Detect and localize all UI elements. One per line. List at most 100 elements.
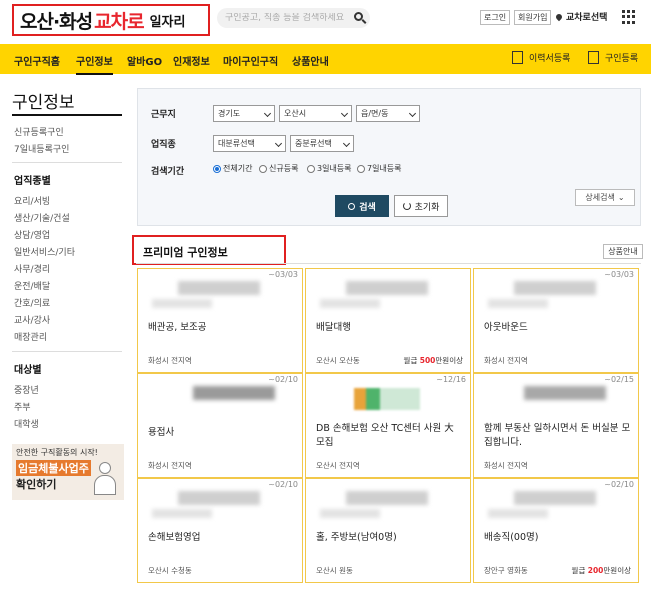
site-logo[interactable]: 오산·화성 교차로 일자리: [12, 4, 210, 36]
search-input[interactable]: [225, 13, 345, 23]
company-logo: [178, 491, 260, 505]
card-location: 화성시 전지역: [148, 461, 192, 470]
radio-selected-icon: [213, 164, 221, 173]
company-logo: [354, 388, 424, 410]
company-logo: [193, 386, 275, 400]
sidebar-item-cooking[interactable]: 요리/서빙: [14, 194, 50, 207]
card-title: 배관공, 보조공: [148, 322, 207, 333]
card-location: 화성시 전지역: [484, 461, 528, 470]
card-location: 장안구 영화동: [484, 566, 528, 575]
company-logo: [178, 281, 260, 295]
job-register-button[interactable]: 구인등록: [588, 51, 638, 64]
radio-icon: [307, 164, 315, 173]
resume-register-button[interactable]: 이력서등록: [512, 51, 570, 64]
pay-suffix: 만원이상: [435, 356, 463, 365]
sidebar: 구인정보 신규등록구인 7일내등록구인 업직종별 요리/서빙 생산/기술/건설 …: [0, 74, 130, 590]
job-card[interactable]: ~02/10 배송직(00명) 장안구 영화동 월급 200만원이상: [473, 478, 639, 583]
period-radio-all[interactable]: 전체기간: [213, 163, 252, 174]
sidebar-item-student[interactable]: 대학생: [14, 417, 39, 430]
period-label: 검색기간: [151, 167, 185, 177]
card-title: 배송직(00명): [484, 532, 539, 543]
job-card[interactable]: ~02/15 함께 부동산 일하시면서 돈 버실분 모집합니다. 화성시 전지역: [473, 373, 639, 478]
search-button[interactable]: 검색: [335, 195, 389, 217]
period-radio-new[interactable]: 신규등록: [259, 163, 298, 174]
job-card[interactable]: 배달대행 오산시 오산동 월급 500만원이상: [305, 268, 471, 373]
card-date: ~02/15: [604, 375, 634, 384]
company-logo: [346, 491, 428, 505]
search-filter-panel: 근무지 경기도 오산시 읍/면/동 업직종 대분류선택 중분류선택 검색기간 전…: [137, 88, 641, 226]
job-major-select[interactable]: 대분류선택: [213, 135, 286, 152]
reset-button-label: 초기화: [414, 202, 440, 213]
pay-suffix: 만원이상: [603, 566, 631, 575]
sidebar-item-production[interactable]: 생산/기술/건설: [14, 211, 70, 224]
card-location: 오산시 수청동: [148, 566, 192, 575]
sidebar-link-7days[interactable]: 7일내등록구인: [14, 142, 69, 155]
job-card[interactable]: ~02/10 손해보험영업 오산시 수청동: [137, 478, 303, 583]
company-logo-sub: [320, 299, 380, 308]
job-card[interactable]: 홀, 주방보(남여0명) 오산시 원동: [305, 478, 471, 583]
wage-check-banner[interactable]: 안전한 구직활동의 시작! 임금체불사업주 확인하기: [12, 444, 124, 500]
sidebar-item-service[interactable]: 일반서비스/기타: [14, 245, 75, 258]
location-pin-icon: [554, 12, 564, 21]
logo-sub-text: 일자리: [149, 14, 186, 30]
banner-line-1: 안전한 구직활동의 시작!: [16, 448, 98, 457]
menu-grid-icon[interactable]: [622, 10, 636, 24]
signup-button[interactable]: 회원가입: [514, 10, 552, 25]
region-label: 근무지: [151, 110, 176, 120]
nav-item-jobs[interactable]: 구인정보: [76, 53, 113, 75]
region-town-select[interactable]: 읍/면/동: [356, 105, 420, 122]
sidebar-item-driving[interactable]: 운전/배달: [14, 279, 50, 292]
job-card[interactable]: ~03/03 배관공, 보조공 화성시 전지역: [137, 268, 303, 373]
location-select[interactable]: 교차로선택: [554, 10, 608, 23]
job-card[interactable]: ~12/16 DB 손해보험 오산 TC센터 사원 大 모집 오산시 전지역: [305, 373, 471, 478]
sidebar-item-sales[interactable]: 상담/영업: [14, 228, 50, 241]
job-card[interactable]: ~02/10 용접사 화성시 전지역: [137, 373, 303, 478]
card-date: ~02/10: [268, 375, 298, 384]
period-radio-7days[interactable]: 7일내등록: [357, 163, 402, 174]
card-location: 화성시 전지역: [484, 356, 528, 365]
radio-icon: [259, 164, 267, 173]
header: 오산·화성 교차로 일자리 로그인 회원가입 교차로선택: [0, 0, 651, 44]
reset-button[interactable]: 초기화: [394, 195, 448, 217]
divider: [12, 162, 122, 163]
pay-prefix: 월급: [571, 566, 588, 575]
nav-item-home[interactable]: 구인구직홈: [14, 53, 60, 68]
search-icon[interactable]: [354, 12, 363, 21]
nav-item-products[interactable]: 상품안내: [292, 53, 329, 68]
category-heading: 업직종별: [14, 176, 51, 187]
card-title: 배달대행: [316, 322, 351, 333]
login-button[interactable]: 로그인: [480, 10, 511, 25]
sidebar-item-teacher[interactable]: 교사/강사: [14, 313, 50, 326]
sidebar-item-housewife[interactable]: 주부: [14, 400, 31, 413]
period-radio-3days[interactable]: 3일내등록: [307, 163, 352, 174]
sidebar-item-store[interactable]: 매장관리: [14, 330, 47, 343]
logo-accent-text: 교차로: [94, 10, 144, 33]
product-info-button[interactable]: 상품안내: [603, 244, 643, 259]
card-location: 오산시 오산동: [316, 356, 360, 365]
period-new-label: 신규등록: [269, 164, 299, 173]
nav-item-talent[interactable]: 인재정보: [173, 53, 210, 68]
company-logo: [514, 281, 596, 295]
sidebar-item-office[interactable]: 사무/경리: [14, 262, 50, 275]
card-date: ~03/03: [604, 270, 634, 279]
card-date: ~12/16: [436, 375, 466, 384]
sidebar-item-medical[interactable]: 간호/의료: [14, 296, 50, 309]
card-date: ~03/03: [268, 270, 298, 279]
job-type-label: 업직종: [151, 140, 176, 150]
company-logo-sub: [320, 509, 380, 518]
region-city-select[interactable]: 오산시: [279, 105, 352, 122]
nav-item-albago[interactable]: 알바GO: [127, 53, 162, 68]
card-date: ~02/10: [268, 480, 298, 489]
location-label: 교차로선택: [566, 13, 608, 23]
nav-item-my[interactable]: 마이구인구직: [223, 53, 278, 68]
card-title: 홀, 주방보(남여0명): [316, 532, 397, 543]
search-bar: [217, 8, 370, 28]
sidebar-item-middle-aged[interactable]: 중장년: [14, 383, 39, 396]
job-card[interactable]: ~03/03 아웃바운드 화성시 전지역: [473, 268, 639, 373]
card-title: 함께 부동산 일하시면서 돈 버실분 모집합니다.: [484, 423, 631, 448]
detail-search-button[interactable]: 상세검색 ⌄: [575, 189, 635, 206]
job-minor-select[interactable]: 중분류선택: [290, 135, 354, 152]
sidebar-link-new[interactable]: 신규등록구인: [14, 125, 64, 138]
person-illustration-icon: [92, 462, 118, 496]
region-province-select[interactable]: 경기도: [213, 105, 275, 122]
